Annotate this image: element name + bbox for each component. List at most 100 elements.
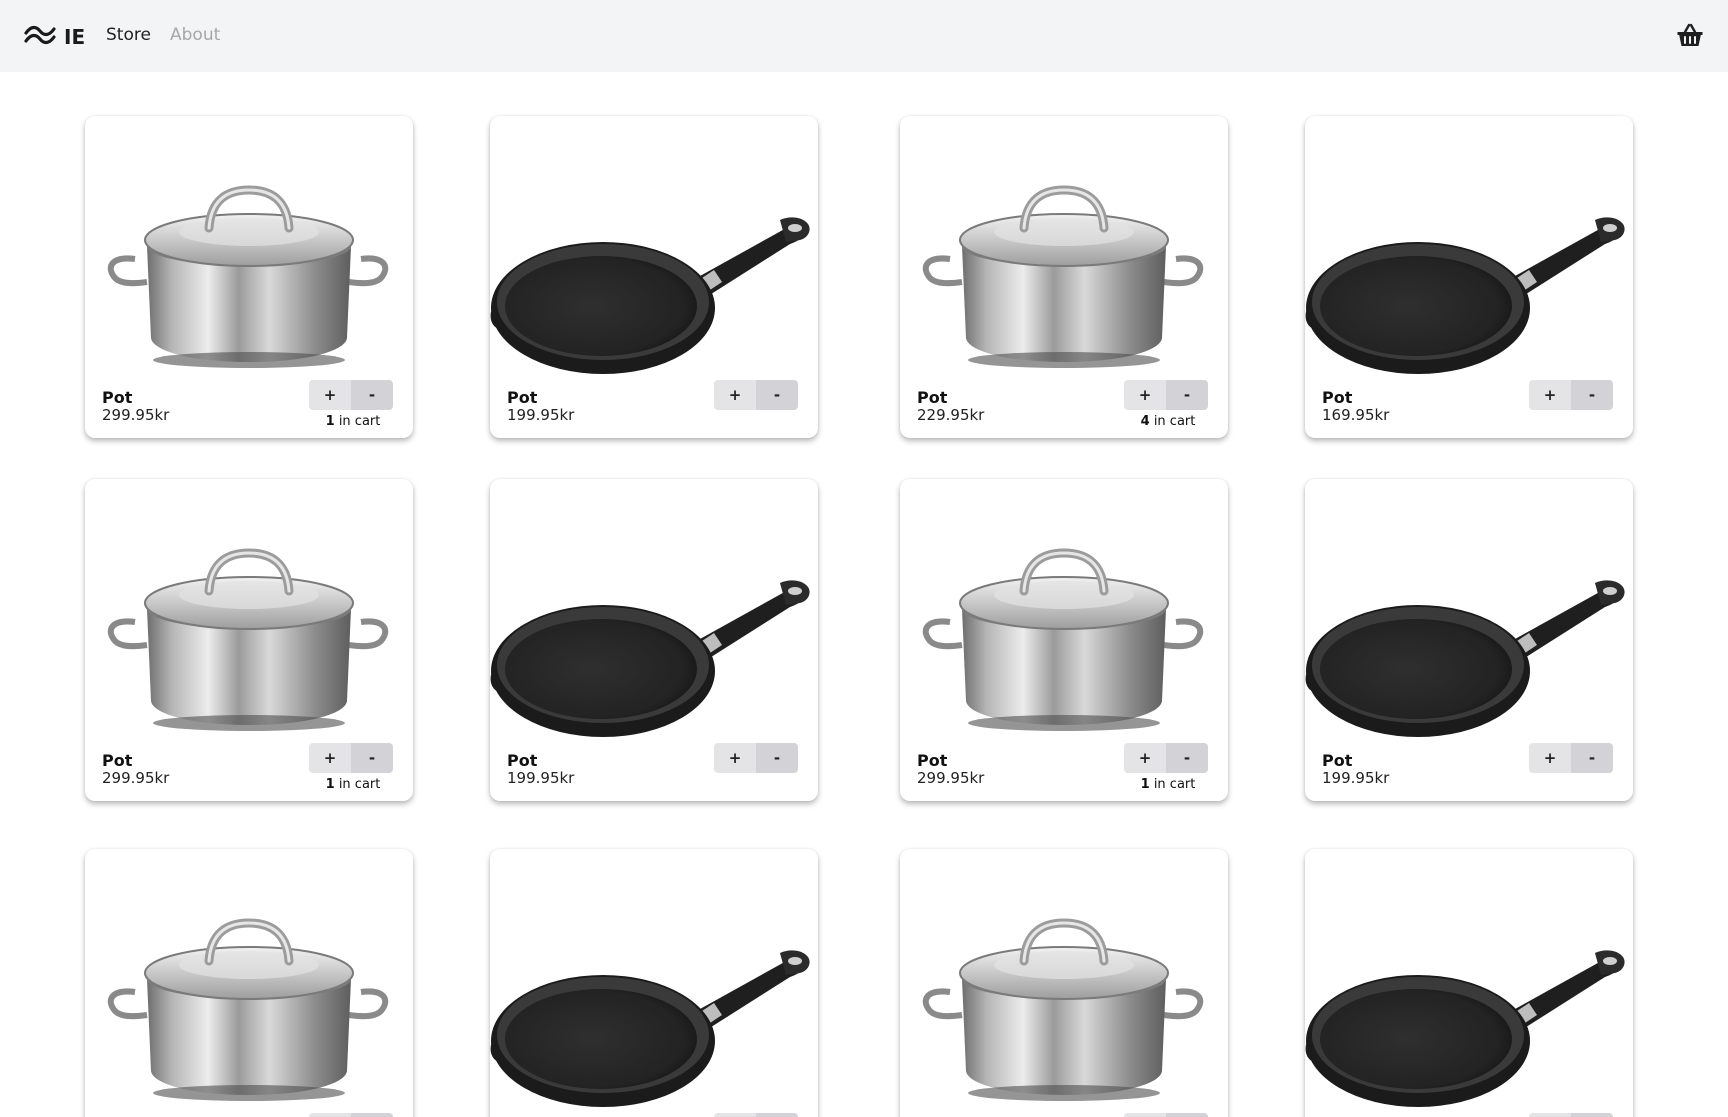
- product-image: [900, 849, 1228, 1117]
- product-image: [1305, 116, 1633, 386]
- in-cart-count: 1 in cart: [325, 414, 381, 429]
- product-grid: Pot 299.95kr + - 1 in cart Pot 199.95kr …: [0, 0, 1728, 1117]
- product-name: Pot: [1322, 388, 1353, 407]
- pot-illustration: [107, 185, 389, 368]
- product-name: Pot: [102, 388, 133, 407]
- add-to-cart-button[interactable]: +: [1529, 380, 1571, 410]
- add-to-cart-button[interactable]: +: [714, 743, 756, 773]
- add-to-cart-button[interactable]: +: [1529, 743, 1571, 773]
- product-name: Pot: [1322, 751, 1353, 770]
- product-card: Pot 299.95kr + - 1 in cart: [85, 116, 413, 438]
- product-card: Pot 199.95kr + -: [1305, 479, 1633, 801]
- quantity-controls: + -: [1529, 743, 1613, 773]
- product-card: Pot 299.95kr + - 1 in cart: [900, 479, 1228, 801]
- basket-icon: [1676, 23, 1704, 52]
- product-image: [85, 116, 413, 386]
- pan-illustration: [490, 580, 810, 737]
- brand-name: IE: [64, 25, 86, 49]
- product-price: 299.95kr: [917, 769, 985, 787]
- product-card: Pot 199.95kr + -: [490, 479, 818, 801]
- remove-from-cart-button[interactable]: -: [756, 1113, 798, 1117]
- product-name: Pot: [917, 751, 948, 770]
- quantity-controls: + -: [309, 743, 393, 773]
- product-price: 199.95kr: [507, 769, 575, 787]
- add-to-cart-button[interactable]: +: [714, 380, 756, 410]
- remove-from-cart-button[interactable]: -: [351, 380, 393, 410]
- nav-store-link[interactable]: Store: [106, 25, 151, 45]
- product-price: 299.95kr: [102, 769, 170, 787]
- top-navbar: IE Store About: [0, 0, 1728, 72]
- add-to-cart-button[interactable]: +: [714, 1113, 756, 1117]
- remove-from-cart-button[interactable]: -: [1166, 743, 1208, 773]
- remove-from-cart-button[interactable]: -: [1166, 380, 1208, 410]
- product-card: + -: [1305, 849, 1633, 1117]
- in-cart-count: 4 in cart: [1140, 414, 1196, 429]
- product-price: 169.95kr: [1322, 406, 1390, 424]
- product-card: Pot 169.95kr + -: [1305, 116, 1633, 438]
- product-price: 299.95kr: [102, 406, 170, 424]
- quantity-controls: + -: [714, 743, 798, 773]
- pot-illustration: [922, 918, 1204, 1101]
- add-to-cart-button[interactable]: +: [309, 1113, 351, 1117]
- quantity-controls: + -: [714, 380, 798, 410]
- wave-logo-icon: [24, 23, 56, 51]
- remove-from-cart-button[interactable]: -: [756, 743, 798, 773]
- quantity-controls: + -: [309, 1113, 393, 1117]
- pot-illustration: [107, 548, 389, 731]
- pan-illustration: [490, 217, 810, 374]
- product-image: [900, 479, 1228, 749]
- product-image: [1305, 479, 1633, 749]
- pan-illustration: [1305, 217, 1625, 374]
- pan-illustration: [1305, 580, 1625, 737]
- add-to-cart-button[interactable]: +: [1124, 743, 1166, 773]
- pot-illustration: [922, 185, 1204, 368]
- remove-from-cart-button[interactable]: -: [756, 380, 798, 410]
- product-card: Pot 199.95kr + -: [490, 116, 818, 438]
- remove-from-cart-button[interactable]: -: [351, 1113, 393, 1117]
- product-image: [900, 116, 1228, 386]
- add-to-cart-button[interactable]: +: [1529, 1113, 1571, 1117]
- cart-button[interactable]: [1676, 22, 1704, 48]
- product-card: Pot 299.95kr + - 1 in cart: [85, 479, 413, 801]
- add-to-cart-button[interactable]: +: [1124, 1113, 1166, 1117]
- quantity-controls: + -: [1529, 1113, 1613, 1117]
- product-name: Pot: [917, 388, 948, 407]
- add-to-cart-button[interactable]: +: [1124, 380, 1166, 410]
- quantity-controls: + -: [1124, 1113, 1208, 1117]
- pan-illustration: [490, 950, 810, 1107]
- in-cart-count: 1 in cart: [325, 777, 381, 792]
- remove-from-cart-button[interactable]: -: [351, 743, 393, 773]
- product-card: Pot 229.95kr + - 4 in cart: [900, 116, 1228, 438]
- product-name: Pot: [507, 751, 538, 770]
- product-card: + -: [900, 849, 1228, 1117]
- quantity-controls: + -: [1124, 743, 1208, 773]
- product-image: [490, 849, 818, 1117]
- product-image: [490, 479, 818, 749]
- product-image: [490, 116, 818, 386]
- remove-from-cart-button[interactable]: -: [1571, 743, 1613, 773]
- remove-from-cart-button[interactable]: -: [1571, 380, 1613, 410]
- product-price: 199.95kr: [507, 406, 575, 424]
- quantity-controls: + -: [309, 380, 393, 410]
- add-to-cart-button[interactable]: +: [309, 743, 351, 773]
- quantity-controls: + -: [1529, 380, 1613, 410]
- product-price: 199.95kr: [1322, 769, 1390, 787]
- remove-from-cart-button[interactable]: -: [1166, 1113, 1208, 1117]
- add-to-cart-button[interactable]: +: [309, 380, 351, 410]
- product-card: + -: [85, 849, 413, 1117]
- product-name: Pot: [102, 751, 133, 770]
- nav-about-link[interactable]: About: [170, 25, 220, 45]
- quantity-controls: + -: [1124, 380, 1208, 410]
- product-image: [1305, 849, 1633, 1117]
- product-image: [85, 849, 413, 1117]
- product-card: + -: [490, 849, 818, 1117]
- pot-illustration: [107, 918, 389, 1101]
- brand[interactable]: IE: [24, 23, 85, 51]
- pot-illustration: [922, 548, 1204, 731]
- remove-from-cart-button[interactable]: -: [1571, 1113, 1613, 1117]
- quantity-controls: + -: [714, 1113, 798, 1117]
- product-image: [85, 479, 413, 749]
- pan-illustration: [1305, 950, 1625, 1107]
- product-price: 229.95kr: [917, 406, 985, 424]
- product-name: Pot: [507, 388, 538, 407]
